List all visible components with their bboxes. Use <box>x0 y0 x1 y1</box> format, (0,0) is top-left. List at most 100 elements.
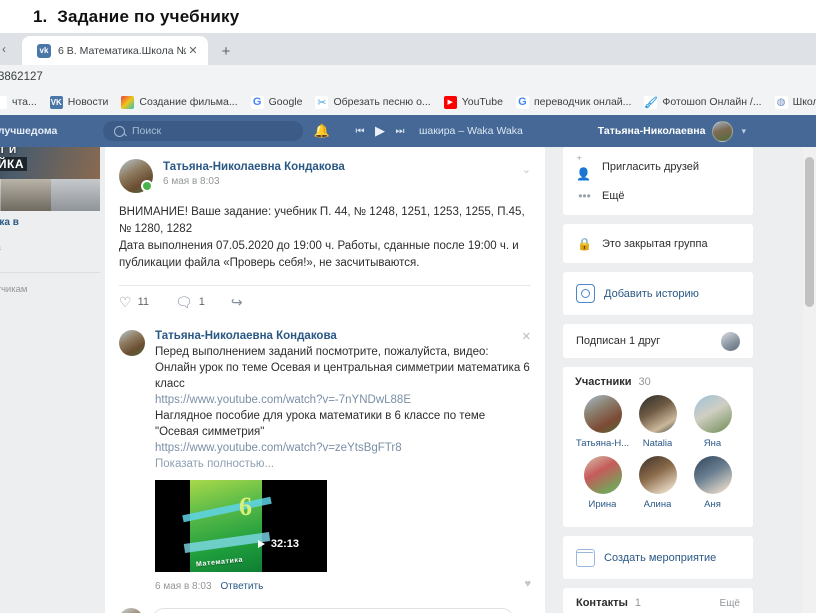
ad-action[interactable]: пить <box>0 256 100 270</box>
vk-icon: VK <box>49 95 63 109</box>
ad-card[interactable]: РЕМОНТ И СТРОЙКА т и стройка в м частник… <box>0 147 100 270</box>
bookmark-item[interactable]: G Google <box>250 95 302 109</box>
post-header: Татьяна-Николаевна Кондакова 6 мая в 8:0… <box>119 159 531 193</box>
subscribed-friend-row[interactable]: Подписан 1 друг <box>563 324 753 358</box>
online-badge <box>141 180 153 192</box>
search-input[interactable]: Поиск <box>103 121 303 141</box>
bookmark-item[interactable]: Создание фильма... <box>121 95 238 109</box>
comment-compose: Напишите комментарий... ➤ <box>105 602 545 613</box>
post-card: Татьяна-Николаевна Кондакова 6 мая в 8:0… <box>105 147 545 613</box>
contacts-title[interactable]: Контакты <box>576 597 628 609</box>
prev-track-icon[interactable]: ⏮ <box>352 123 368 139</box>
close-icon[interactable]: ✕ <box>522 330 531 343</box>
bookmark-item[interactable]: чта... <box>0 95 37 109</box>
more-button[interactable]: ••• Ещё <box>563 181 753 210</box>
ad-thumbnail-strip <box>0 179 100 211</box>
invite-friends-button[interactable]: ⁺👤 Пригласить друзей <box>563 152 753 181</box>
new-tab-button[interactable]: + <box>215 40 237 62</box>
google-icon: G <box>515 95 529 109</box>
play-icon <box>257 540 265 548</box>
browser-tab-vk[interactable]: vk 6 В. Математика.Школа № 130 ✕ <box>22 36 208 65</box>
post: Татьяна-Николаевна Кондакова 6 мая в 8:0… <box>105 147 545 318</box>
play-icon[interactable]: ▶ <box>372 123 388 139</box>
vk-top-bar: #лучшедома Поиск 🔔 ⏮ ▶ ⏭ шакира – Waka W… <box>0 115 816 147</box>
post-date[interactable]: 6 мая в 8:03 <box>163 174 345 189</box>
comment-input[interactable]: Напишите комментарий... <box>152 608 514 613</box>
avatar[interactable] <box>119 330 145 356</box>
audio-player: ⏮ ▶ ⏭ шакира – Waka Waka <box>352 115 523 147</box>
vk-hashtag[interactable]: #лучшедома <box>0 125 57 137</box>
bookmark-label: Школьн <box>792 96 816 108</box>
footer-link-developers[interactable]: Разработчикам <box>0 282 100 298</box>
address-bar[interactable]: 3862127 <box>0 65 816 89</box>
create-event-card: Создать мероприятие <box>563 536 753 579</box>
post-meta: Татьяна-Николаевна Кондакова 6 мая в 8:0… <box>163 159 345 189</box>
contacts-header: Контакты 1 Ещё <box>563 588 753 609</box>
chevron-down-icon[interactable]: ▾ <box>741 126 746 137</box>
close-icon[interactable]: ✕ <box>186 44 200 58</box>
footer-more[interactable]: Ещё <box>0 298 100 309</box>
current-track-label[interactable]: шакира – Waka Waka <box>419 125 523 137</box>
member-item[interactable]: Ирина <box>575 456 630 510</box>
comment-link[interactable]: https://www.youtube.com/watch?v=-7nYNDwL… <box>155 392 531 408</box>
bookmark-item[interactable]: 🖌 Фотошоп Онлайн /... <box>644 95 762 109</box>
like-button[interactable]: ♡ 11 <box>119 295 149 309</box>
member-name: Яна <box>703 438 722 449</box>
comment-link[interactable]: https://www.youtube.com/watch?v=zeYtsBgF… <box>155 440 531 456</box>
member-name: Аня <box>704 499 721 510</box>
avatar <box>693 395 732 433</box>
members-grid: Татьяна-Н... Natalia Яна Ирина Алина Аня <box>575 395 743 517</box>
bookmark-item[interactable]: VK Новости <box>49 95 109 109</box>
contacts-more[interactable]: Ещё <box>720 598 740 609</box>
add-story-label: Добавить историю <box>604 287 699 300</box>
user-menu[interactable]: Татьяна-Николаевна ▾ <box>598 115 746 147</box>
video-thumbnail: 6 Математика <box>182 480 272 572</box>
reply-button[interactable]: Ответить <box>221 581 264 592</box>
search-placeholder: Поиск <box>132 125 162 137</box>
bell-icon[interactable]: 🔔 <box>314 123 330 139</box>
show-more-link[interactable]: Показать полностью... <box>155 456 531 472</box>
bookmark-item[interactable]: ◍ Школьн <box>774 95 816 109</box>
post-author[interactable]: Татьяна-Николаевна Кондакова <box>163 160 345 174</box>
video-letterbox-left <box>155 480 190 572</box>
create-event-button[interactable]: Создать мероприятие <box>563 541 753 574</box>
chevron-left-icon[interactable]: ‹ <box>0 37 12 61</box>
bookmark-item[interactable]: G переводчик онлай... <box>515 95 632 109</box>
comment-line: Онлайн урок по теме Осевая и центральная… <box>155 362 530 390</box>
member-item[interactable]: Алина <box>630 456 685 510</box>
comment: ✕ Татьяна-Николаевна Кондакова Перед вып… <box>105 318 545 602</box>
comment-button[interactable]: 🗨 1 <box>175 295 205 309</box>
member-item[interactable]: Аня <box>685 456 740 510</box>
member-item[interactable]: Яна <box>685 395 740 449</box>
members-count: 30 <box>638 376 651 388</box>
comment-date[interactable]: 6 мая в 8:03 <box>155 581 212 592</box>
bookmark-item[interactable]: ▶ YouTube <box>443 95 503 109</box>
scrollbar[interactable] <box>803 147 816 613</box>
heart-icon[interactable]: ♥ <box>524 578 531 590</box>
video-cover-grade: 6 <box>239 492 252 521</box>
avatar[interactable] <box>721 331 740 351</box>
member-item[interactable]: Natalia <box>630 395 685 449</box>
bookmark-label: Новости <box>67 96 109 108</box>
scissors-icon: ✂ <box>315 95 329 109</box>
bookmark-label: переводчик онлай... <box>533 96 632 108</box>
bookmark-item[interactable]: ✂ Обрезать песню о... <box>315 95 431 109</box>
avatar[interactable] <box>119 159 153 193</box>
vk-page-body: РЕМОНТ И СТРОЙКА т и стройка в м частник… <box>0 147 816 613</box>
add-story-button[interactable]: Добавить историю <box>563 277 753 310</box>
member-item[interactable]: Татьяна-Н... <box>575 395 630 449</box>
scrollbar-thumb[interactable] <box>805 157 814 307</box>
dots-icon: ••• <box>578 188 591 203</box>
chevron-down-icon[interactable]: ⌄ <box>522 163 531 176</box>
video-attachment[interactable]: 6 Математика 32:13 <box>155 480 327 572</box>
bookmark-label: Обрезать песню о... <box>333 96 431 108</box>
search-icon <box>114 125 125 137</box>
feed-column: Татьяна-Николаевна Кондакова 6 мая в 8:0… <box>105 147 545 613</box>
post-text-line-2: Дата выполнения 07.05.2020 до 19:00 ч. Р… <box>119 240 519 269</box>
share-button[interactable]: ↪ <box>231 295 249 309</box>
comment-author[interactable]: Татьяна-Николаевна Кондакова <box>155 328 531 344</box>
next-track-icon[interactable]: ⏭ <box>392 123 408 139</box>
members-title[interactable]: Участники <box>575 376 632 388</box>
comment-footer: 6 мая в 8:03 Ответить <box>155 581 531 592</box>
ad-title: т и стройка в <box>0 217 19 228</box>
